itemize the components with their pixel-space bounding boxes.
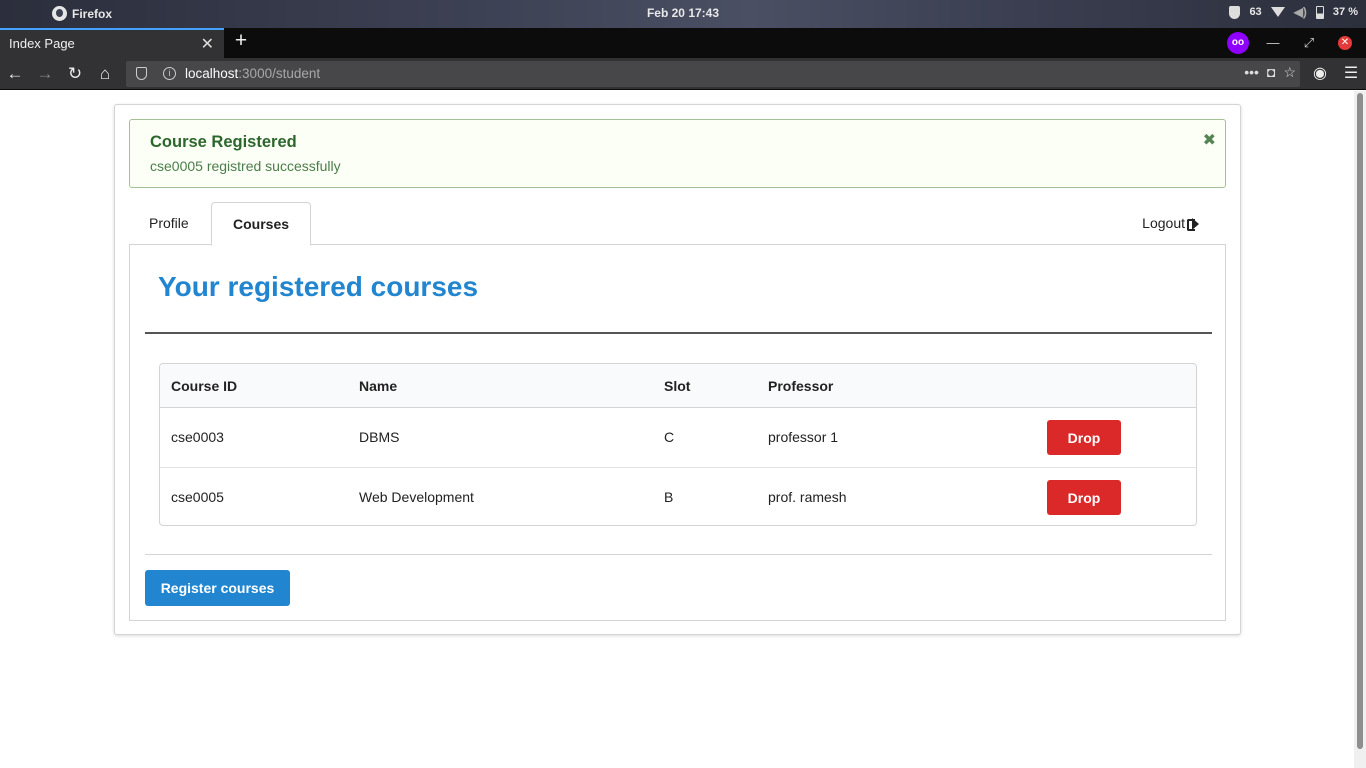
firefox-icon <box>52 6 67 21</box>
page-actions-icon[interactable]: ••• <box>1244 64 1259 81</box>
cell-slot: B <box>664 489 674 505</box>
browser-tab-strip: Index Page ✕ + oo — ⤢ ✕ <box>0 28 1366 58</box>
os-clock[interactable]: Feb 20 17:43 <box>0 6 1366 20</box>
reload-icon[interactable]: ↻ <box>63 62 87 86</box>
back-arrow-icon[interactable]: ← <box>3 62 27 86</box>
new-tab-button[interactable]: + <box>230 30 252 54</box>
register-courses-button[interactable]: Register courses <box>145 570 290 606</box>
success-alert: Course Registered cse0005 registred succ… <box>129 119 1226 188</box>
header-slot: Slot <box>664 378 691 394</box>
cell-course-id: cse0003 <box>171 429 224 445</box>
heading-divider <box>145 332 1212 334</box>
tab-courses[interactable]: Courses <box>211 202 312 246</box>
cell-slot: C <box>664 429 675 445</box>
footer-divider <box>145 554 1212 555</box>
battery-icon[interactable] <box>1315 5 1324 19</box>
cell-professor: professor 1 <box>768 429 839 445</box>
os-tray: 63 ◀) 37 % <box>1229 5 1358 19</box>
cell-name: Web Development <box>359 489 474 505</box>
tab-close-icon[interactable]: ✕ <box>201 34 214 54</box>
bookmark-star-icon[interactable]: ☆ <box>1283 64 1296 81</box>
logout-link[interactable]: Logout <box>1142 202 1200 245</box>
cell-course-id: cse0005 <box>171 489 224 505</box>
volume-icon[interactable]: ◀) <box>1294 5 1307 19</box>
courses-table: Course ID Name Slot Professor cse0003 DB… <box>159 363 1197 526</box>
page-title: Your registered courses <box>158 271 479 302</box>
header-course-id: Course ID <box>171 378 238 394</box>
url-path: :3000/student <box>238 66 321 81</box>
url-bar[interactable]: i localhost:3000/student ••• ◘ ☆ <box>126 61 1300 87</box>
tray-count: 63 <box>1249 6 1262 18</box>
student-card: Course Registered cse0005 registred succ… <box>114 104 1241 635</box>
table-header: Course ID Name Slot Professor <box>160 364 1196 408</box>
os-top-bar: Firefox Feb 20 17:43 63 ◀) 37 % <box>0 0 1366 28</box>
alert-title: Course Registered <box>150 133 297 151</box>
sign-out-icon <box>1187 218 1200 231</box>
os-app-indicator[interactable]: Firefox <box>52 6 112 21</box>
drop-button[interactable]: Drop <box>1047 480 1121 515</box>
close-icon[interactable]: ✖ <box>1203 130 1216 150</box>
restore-icon[interactable]: ⤢ <box>1299 33 1319 53</box>
pocket-icon[interactable]: ◘ <box>1267 64 1275 81</box>
header-professor: Professor <box>768 378 834 394</box>
os-app-name: Firefox <box>72 6 113 21</box>
cell-professor: prof. ramesh <box>768 489 847 505</box>
cell-name: DBMS <box>359 429 400 445</box>
tab-title: Index Page <box>9 36 75 51</box>
tab-profile[interactable]: Profile <box>129 202 209 245</box>
header-name: Name <box>359 378 398 394</box>
page-viewport: Course Registered cse0005 registred succ… <box>0 91 1354 768</box>
hamburger-menu-icon[interactable]: ☰ <box>1339 62 1363 86</box>
url-text[interactable]: localhost:3000/student <box>185 66 320 81</box>
minimize-icon[interactable]: — <box>1263 33 1283 53</box>
courses-panel: Your registered courses Course ID Name S… <box>129 245 1226 621</box>
scrollbar-thumb[interactable] <box>1357 93 1363 749</box>
battery-percent: 37 % <box>1332 6 1358 18</box>
extension-icon[interactable]: ◉ <box>1308 62 1332 86</box>
tracking-shield-icon[interactable] <box>136 67 147 80</box>
private-mask-icon[interactable]: oo <box>1227 32 1249 54</box>
logout-label: Logout <box>1142 215 1185 231</box>
url-host: localhost <box>185 66 239 81</box>
forward-arrow-icon[interactable]: → <box>33 62 57 86</box>
home-icon[interactable]: ⌂ <box>93 62 117 86</box>
security-shield-icon[interactable] <box>1229 5 1241 19</box>
browser-tab[interactable]: Index Page ✕ <box>0 28 224 58</box>
table-row: cse0005 Web Development B prof. ramesh D… <box>160 467 1196 525</box>
browser-nav-bar: ← → ↻ ⌂ i localhost:3000/student ••• ◘ ☆… <box>0 58 1366 90</box>
tab-menu: Profile Courses Logout <box>129 202 1226 246</box>
table-row: cse0003 DBMS C professor 1 Drop <box>160 408 1196 467</box>
wifi-icon[interactable] <box>1270 7 1285 17</box>
page-scrollbar[interactable] <box>1354 91 1366 768</box>
drop-button[interactable]: Drop <box>1047 420 1121 455</box>
window-close-icon[interactable]: ✕ <box>1338 36 1352 50</box>
alert-message: cse0005 registred successfully <box>150 158 341 174</box>
site-info-icon[interactable]: i <box>163 67 176 80</box>
